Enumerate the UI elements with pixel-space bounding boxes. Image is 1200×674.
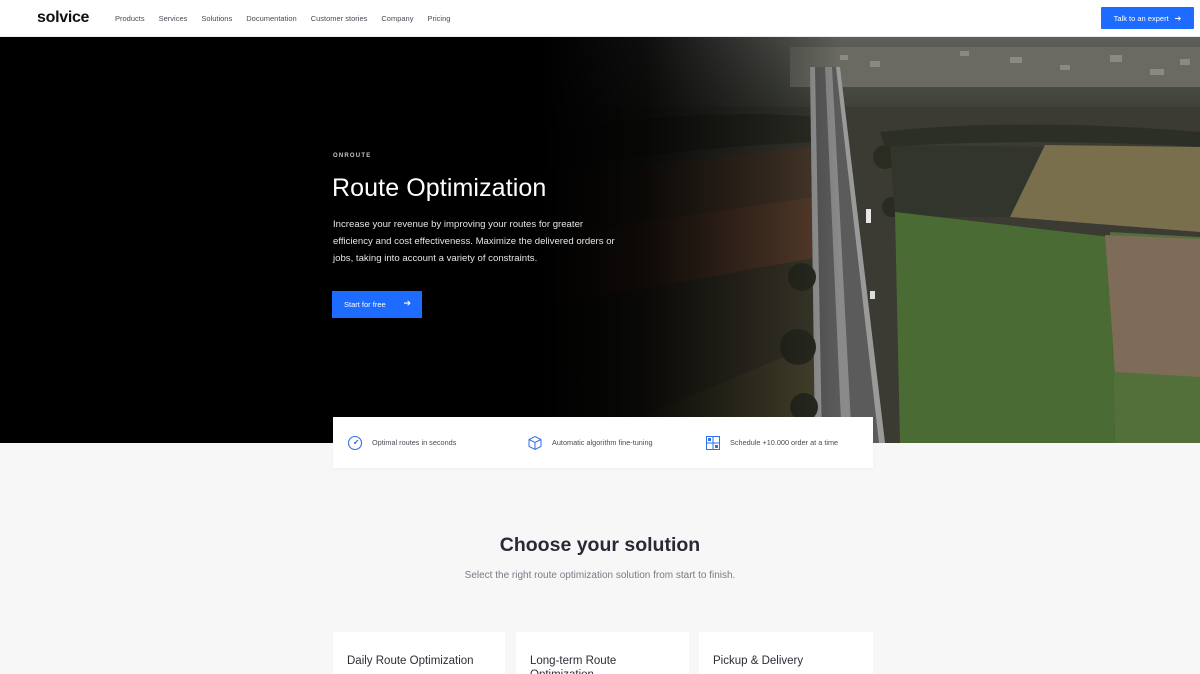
logo[interactable]: solvice xyxy=(37,9,89,27)
cube-icon xyxy=(527,435,543,451)
solution-card-pickup-delivery[interactable]: Pickup & Delivery xyxy=(699,632,873,674)
nav-link-company[interactable]: Company xyxy=(381,14,413,23)
nav-link-documentation[interactable]: Documentation xyxy=(246,14,296,23)
nav-link-services[interactable]: Services xyxy=(159,14,188,23)
talk-to-expert-label: Talk to an expert xyxy=(1113,13,1169,23)
speedometer-icon xyxy=(347,435,363,451)
section-title: Choose your solution xyxy=(499,534,701,556)
solution-card-title: Long-term Route Optimization xyxy=(530,655,617,674)
feature-item: Schedule +10.000 order at a time xyxy=(705,417,838,468)
feature-item: Automatic algorithm fine-tuning xyxy=(527,417,653,468)
page-title: Route Optimization xyxy=(332,174,547,202)
feature-strip: Optimal routes in seconds Automatic algo… xyxy=(333,417,873,468)
top-navigation: solvice Products Services Solutions Docu… xyxy=(0,0,1200,37)
hero-eyebrow: ONROUTE xyxy=(333,153,372,159)
start-for-free-label: Start for free xyxy=(344,300,386,309)
arrow-right-icon: ➔ xyxy=(1174,13,1182,23)
feature-label: Schedule +10.000 order at a time xyxy=(730,438,839,447)
nav-link-customer-stories[interactable]: Customer stories xyxy=(311,14,368,23)
talk-to-expert-button[interactable]: Talk to an expert ➔ xyxy=(1101,7,1194,29)
solution-card-daily[interactable]: Daily Route Optimization xyxy=(333,632,505,674)
feature-label: Optimal routes in seconds xyxy=(372,438,457,447)
solution-card-long-term[interactable]: Long-term Route Optimization xyxy=(516,632,689,674)
feature-item: Optimal routes in seconds xyxy=(347,417,456,468)
solution-card-title: Pickup & Delivery xyxy=(713,655,804,667)
nav-link-pricing[interactable]: Pricing xyxy=(427,14,450,23)
nav-links: Products Services Solutions Documentatio… xyxy=(115,14,464,23)
schedule-grid-icon xyxy=(705,435,721,451)
nav-link-solutions[interactable]: Solutions xyxy=(201,14,232,23)
hero-description: Increase your revenue by improving your … xyxy=(333,219,615,264)
solution-card-title: Daily Route Optimization xyxy=(347,655,474,667)
section-subtitle: Select the right route optimization solu… xyxy=(464,570,736,581)
start-for-free-button[interactable]: Start for free ➔ xyxy=(332,291,422,318)
hero-section: ONROUTE Route Optimization Increase your… xyxy=(0,37,1200,443)
feature-label: Automatic algorithm fine-tuning xyxy=(552,438,653,447)
nav-link-products[interactable]: Products xyxy=(115,14,145,23)
arrow-right-icon: ➔ xyxy=(403,298,411,308)
